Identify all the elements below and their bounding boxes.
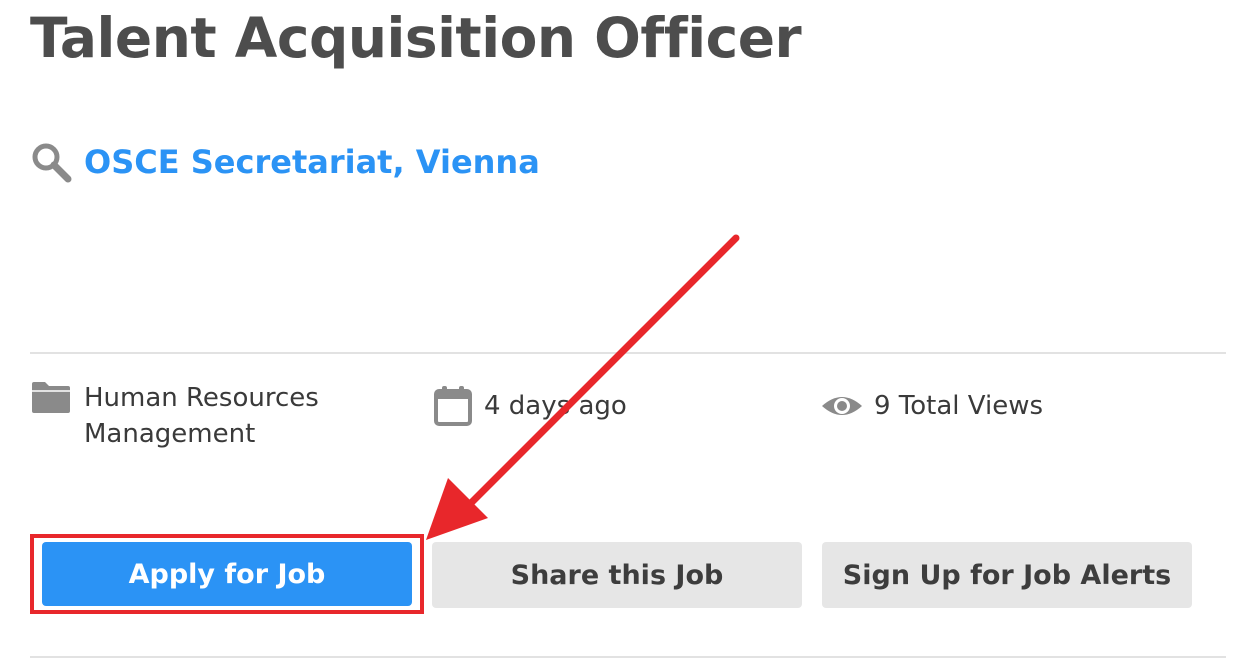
- posted-date: 4 days ago: [434, 386, 627, 426]
- posted-label: 4 days ago: [484, 391, 627, 421]
- calendar-icon: [434, 386, 472, 426]
- job-detail-page: Talent Acquisition Officer OSCE Secretar…: [0, 0, 1246, 662]
- search-icon: [30, 140, 74, 184]
- views-label: 9 Total Views: [874, 391, 1044, 421]
- job-title: Talent Acquisition Officer: [30, 6, 802, 70]
- job-alerts-signup-button[interactable]: Sign Up for Job Alerts: [822, 542, 1192, 608]
- job-category: Human Resources Management: [30, 380, 384, 452]
- share-job-button[interactable]: Share this Job: [432, 542, 802, 608]
- folder-icon: [30, 380, 72, 414]
- view-count: 9 Total Views: [820, 386, 1043, 426]
- divider: [30, 656, 1226, 658]
- apply-for-job-button[interactable]: Apply for Job: [42, 542, 412, 606]
- divider: [30, 352, 1226, 354]
- location-link[interactable]: OSCE Secretariat, Vienna: [84, 143, 540, 181]
- location-row: OSCE Secretariat, Vienna: [30, 140, 540, 184]
- eye-icon: [820, 386, 864, 426]
- category-label: Human Resources Management: [84, 383, 319, 449]
